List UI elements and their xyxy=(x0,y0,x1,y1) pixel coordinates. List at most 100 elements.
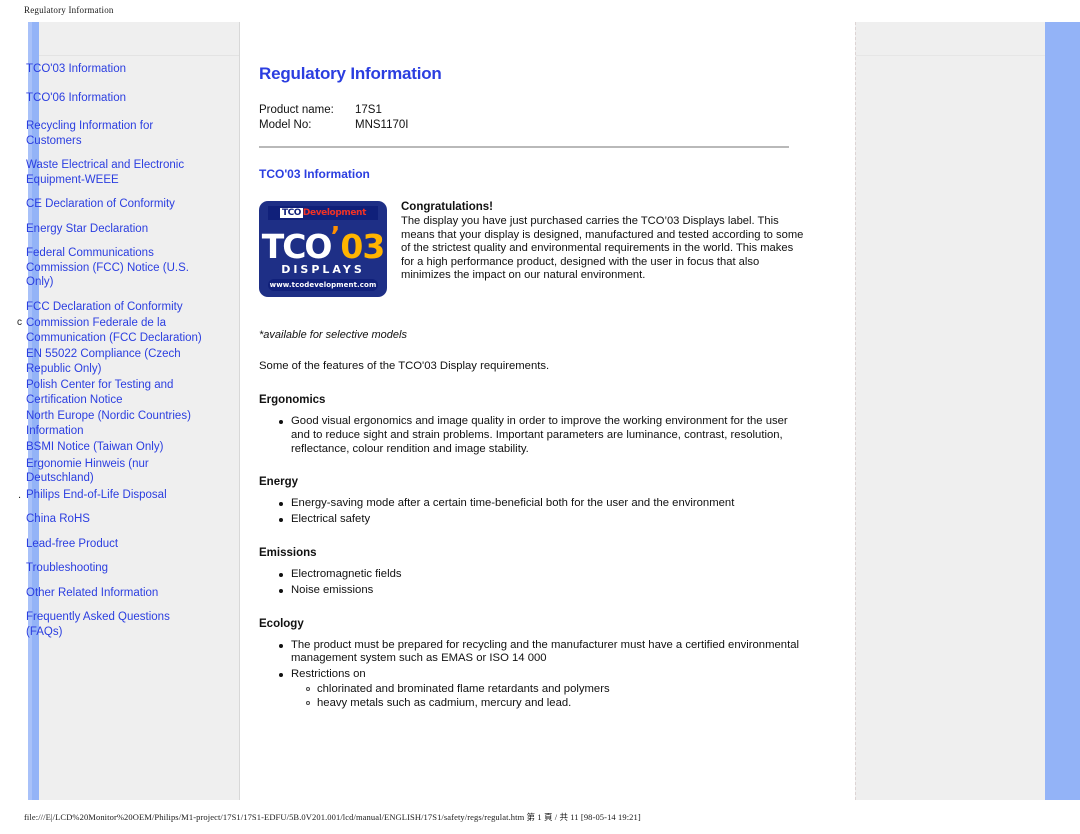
list-item: Electromagnetic fields xyxy=(279,567,804,582)
sidebar-item-9[interactable]: EN 55022 Compliance (Czech Republic Only… xyxy=(26,347,206,376)
requirement-sections: Ergonomics Good visual ergonomics and ima… xyxy=(259,394,804,710)
document-page: TCO'03 Information TCO'06 Information Recy… xyxy=(0,22,1080,800)
sidebar-item-label: Ergonomie Hinweis (nur Deutschland) xyxy=(26,457,149,485)
sidebar-item-18[interactable]: Other Related Information xyxy=(26,586,206,601)
horizontal-rule xyxy=(259,146,789,148)
list-item: Energy-saving mode after a certain time-… xyxy=(279,497,804,511)
sidebar-item-3[interactable]: Waste Electrical and Electronic Equipmen… xyxy=(26,158,206,187)
subsection-heading: Ecology xyxy=(259,617,304,630)
sidebar-item-7[interactable]: FCC Declaration of Conformity xyxy=(26,300,206,315)
sidebar-item-label: CE Declaration of Conformity xyxy=(26,198,175,210)
sidebar-item-1[interactable]: TCO'06 Information xyxy=(26,91,206,106)
sidebar-item-12[interactable]: BSMI Notice (Taiwan Only) xyxy=(26,440,206,455)
model-no-value: MNS1170I xyxy=(355,119,409,131)
sidebar-item-15[interactable]: China RoHS xyxy=(26,512,206,527)
product-info-table: Product name: 17S1 Model No: MNS1170I xyxy=(259,104,408,134)
sidebar-item-label: Waste Electrical and Electronic Equipmen… xyxy=(26,159,185,186)
right-accent-bar xyxy=(1045,22,1080,800)
subsection-heading: Energy xyxy=(259,476,298,489)
list-item-text: Restrictions on xyxy=(291,668,366,681)
model-no-label: Model No: xyxy=(259,119,312,131)
tco-logo-row: TCO Development TCO’ 03 DISPLAYS www.tcode… xyxy=(259,201,804,297)
features-intro: Some of the features of the TCO'03 Displ… xyxy=(259,360,550,372)
list-item: Noise emissions xyxy=(279,583,804,598)
sidebar-item-14[interactable]: Philips End-of-Life Disposal xyxy=(18,488,206,503)
tco-logo-subtitle: DISPLAYS xyxy=(281,263,365,276)
print-header-title: Regulatory Information xyxy=(24,5,114,15)
congratulations-body: The display you have just purchased carr… xyxy=(401,215,804,282)
sidebar-item-17[interactable]: Troubleshooting xyxy=(26,561,206,576)
sidebar-item-label: EN 55022 Compliance (Czech Republic Only… xyxy=(26,348,181,375)
sidebar-item-8[interactable]: Commission Federale de la Communication … xyxy=(17,316,206,345)
sidebar-item-10[interactable]: Polish Center for Testing and Certificat… xyxy=(26,378,206,407)
sub-list-item: heavy metals such as cadmium, mercury an… xyxy=(306,696,804,710)
feature-list: Good visual ergonomics and image quality… xyxy=(259,415,804,456)
list-item: The product must be prepared for recycli… xyxy=(279,638,804,667)
tco-logo-url: www.tcodevelopment.com xyxy=(268,279,378,291)
availability-note: *available for selective models xyxy=(259,329,407,341)
list-item-text: Electromagnetic fields xyxy=(291,567,402,580)
sidebar-item-label: Other Related Information xyxy=(26,586,159,599)
feature-list: Energy-saving mode after a certain time-… xyxy=(259,497,804,527)
table-row: Model No: MNS1170I xyxy=(259,119,408,134)
list-item: Restrictions on chlorinated and brominate… xyxy=(279,668,804,710)
sidebar-item-label: Philips End-of-Life Disposal xyxy=(26,488,167,501)
tco03-displays-logo-icon: TCO Development TCO’ 03 DISPLAYS www.tcode… xyxy=(259,201,387,297)
tco-logo-year: 03 xyxy=(340,226,385,266)
feature-list: Electromagnetic fields Noise emissions xyxy=(259,568,804,598)
sidebar-item-label: Polish Center for Testing and Certificat… xyxy=(26,379,174,406)
sidebar-item-label: Recycling Information for Customers xyxy=(26,120,154,147)
right-panel-divider xyxy=(856,55,1045,56)
tco-development-word: Development xyxy=(302,208,366,218)
sidebar-divider xyxy=(39,55,239,56)
sidebar-item-label: Commission Federale de la Communication … xyxy=(26,317,202,344)
sidebar-item-6[interactable]: Federal Communications Commission (FCC) … xyxy=(26,246,206,290)
sidebar-item-label: Lead-free Product xyxy=(26,537,119,550)
list-item-text: Noise emissions xyxy=(291,583,374,596)
section-heading-tco03: TCO'03 Information xyxy=(259,167,370,181)
tco-development-banner: TCO Development xyxy=(268,206,378,220)
list-item-text: Good visual ergonomics and image quality… xyxy=(291,415,788,455)
sidebar-item-label: Frequently Asked Questions (FAQs) xyxy=(26,611,170,638)
sidebar-item-11[interactable]: North Europe (Nordic Countries) Informat… xyxy=(26,409,206,438)
list-item: Electrical safety xyxy=(279,513,804,527)
sidebar-item-19[interactable]: Frequently Asked Questions (FAQs) xyxy=(26,610,206,639)
sidebar-item-2[interactable]: Recycling Information for Customers xyxy=(26,119,206,148)
tco-logo-word: TCO xyxy=(261,226,333,266)
list-item-text: Electrical safety xyxy=(291,513,371,526)
congratulations-block: Congratulations! The display you have ju… xyxy=(401,201,804,283)
subsection-heading: Ergonomics xyxy=(259,394,326,406)
tco-development-mark: TCO xyxy=(280,208,303,218)
subsection-heading: Emissions xyxy=(259,546,317,559)
sidebar-item-label: Troubleshooting xyxy=(26,562,109,574)
tco-logo-apostrophe: ’ xyxy=(330,222,341,252)
sidebar-item-label: China RoHS xyxy=(26,513,90,525)
sidebar-item-label: Federal Communications Commission (FCC) … xyxy=(26,247,189,288)
product-name-value: 17S1 xyxy=(355,104,382,116)
sidebar-item-label: North Europe (Nordic Countries) Informat… xyxy=(26,410,191,437)
list-item: Good visual ergonomics and image quality… xyxy=(279,415,804,456)
feature-list: The product must be prepared for recycli… xyxy=(259,639,804,710)
sidebar-item-0[interactable]: TCO'03 Information xyxy=(26,62,206,77)
sidebar-item-label: FCC Declaration of Conformity xyxy=(26,300,183,313)
sub-list-item: chlorinated and brominated flame retarda… xyxy=(306,682,804,696)
list-item-text: The product must be prepared for recycli… xyxy=(291,638,799,665)
right-panel xyxy=(855,22,1045,800)
list-item-text: Energy-saving mode after a certain time-… xyxy=(291,497,735,510)
sidebar-item-label: TCO'06 Information xyxy=(26,91,126,104)
sub-list: chlorinated and brominated flame retarda… xyxy=(291,682,804,710)
sidebar-item-label: TCO'03 Information xyxy=(26,63,126,75)
sidebar-nav: TCO'03 Information TCO'06 Information Recy… xyxy=(17,62,206,649)
product-name-label: Product name: xyxy=(259,104,334,116)
sidebar-item-4[interactable]: CE Declaration of Conformity xyxy=(26,197,206,212)
page-title: Regulatory Information xyxy=(259,64,442,83)
main-content: Regulatory Information Product name: 17S… xyxy=(259,22,804,712)
sidebar-item-label: Energy Star Declaration xyxy=(26,222,149,235)
sidebar-item-13[interactable]: Ergonomie Hinweis (nur Deutschland) xyxy=(26,457,206,486)
sidebar-item-5[interactable]: Energy Star Declaration xyxy=(26,222,206,237)
sidebar-item-label: BSMI Notice (Taiwan Only) xyxy=(26,441,164,453)
footer-path: file:///E|/LCD%20Monitor%20OEM/Philips/M… xyxy=(24,812,641,822)
congratulations-title: Congratulations! xyxy=(401,201,493,213)
table-row: Product name: 17S1 xyxy=(259,104,408,119)
sidebar-item-16[interactable]: Lead-free Product xyxy=(26,537,206,552)
